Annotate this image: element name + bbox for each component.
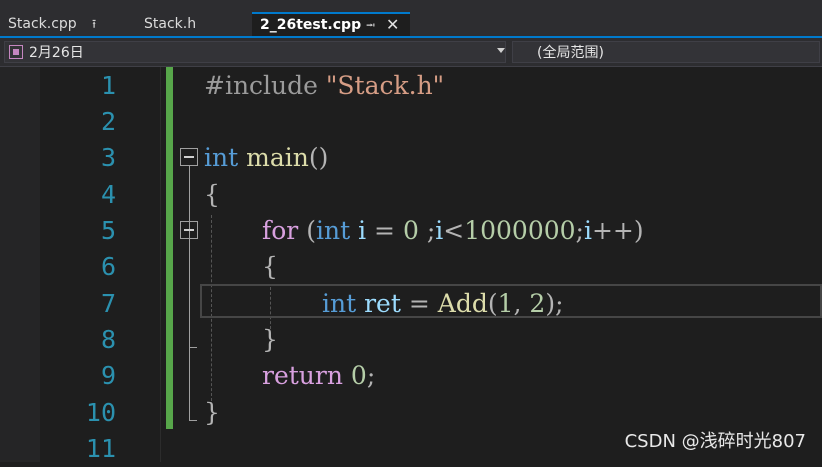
type-keyword: int: [322, 289, 357, 318]
line-number: 7: [100, 289, 116, 318]
watermark: CSDN @浅碎时光807: [624, 431, 806, 452]
change-tracking-bar: [166, 67, 173, 429]
tab-label: Stack.cpp: [8, 16, 77, 32]
return-keyword: return: [262, 361, 343, 390]
fold-guide-end: [189, 420, 197, 421]
chevron-down-icon[interactable]: [497, 48, 505, 53]
tab-stack-h[interactable]: Stack.h: [136, 12, 252, 36]
paren: ): [545, 289, 556, 318]
tab-stack-cpp[interactable]: Stack.cpp ⭱: [0, 12, 136, 36]
variable: i: [583, 216, 592, 245]
code-line-8[interactable]: }: [262, 322, 278, 358]
line-number: 2: [100, 107, 116, 136]
variable: ret: [364, 289, 401, 318]
operator: ++: [591, 216, 634, 245]
line-number: 8: [100, 325, 116, 354]
line-number: 4: [100, 180, 116, 209]
type-keyword: int: [315, 216, 351, 245]
fold-guide-end: [189, 347, 197, 348]
number: 2: [529, 289, 546, 318]
fold-guide: [189, 239, 190, 347]
navigation-bar: 2月26日 (全局范围): [0, 38, 822, 67]
code-line-3[interactable]: int main(): [204, 140, 328, 176]
operator: =: [374, 216, 395, 245]
line-number: 6: [100, 252, 116, 281]
code-editor[interactable]: 1 2 3 4 5 6 7 8 9 10 11 #include "Stack.…: [0, 67, 822, 463]
project-label: 2月26日: [29, 45, 84, 61]
for-keyword: for: [262, 216, 299, 245]
code-line-9[interactable]: return 0;: [262, 358, 375, 394]
code-line-1[interactable]: #include "Stack.h": [204, 68, 444, 104]
function-call: Add: [437, 289, 488, 318]
number: 0: [350, 361, 367, 390]
pin-icon[interactable]: ⭱: [92, 12, 96, 36]
brace: {: [204, 180, 220, 209]
type-keyword: int: [204, 143, 239, 172]
code-line-7[interactable]: int ret = Add(1, 2);: [322, 286, 564, 322]
code-line-5[interactable]: for (int i = 0 ;i<1000000;i++): [262, 213, 644, 249]
tab-2-26test-cpp[interactable]: 2_26test.cpp ⭲ ✕: [252, 12, 410, 36]
brace: }: [262, 325, 278, 354]
code-line-4[interactable]: {: [204, 177, 220, 213]
code-line-6[interactable]: {: [262, 249, 278, 285]
code-line-10[interactable]: }: [204, 395, 220, 431]
semicolon: ;: [426, 216, 436, 245]
paren: ): [633, 216, 644, 245]
line-number: 9: [100, 361, 116, 390]
semicolon: ;: [366, 361, 376, 390]
collapse-main-icon[interactable]: [180, 148, 198, 166]
number: 1000000: [464, 216, 576, 245]
collapse-for-icon[interactable]: [180, 221, 198, 239]
preprocessor-directive: #include: [204, 71, 318, 100]
semicolon: ;: [555, 289, 564, 318]
line-number: 1: [100, 71, 116, 100]
gutter-divider: [160, 67, 161, 462]
brace: {: [262, 252, 278, 281]
number: 0: [402, 216, 419, 245]
document-tab-strip: Stack.cpp ⭱ Stack.h 2_26test.cpp ⭲ ✕: [0, 0, 822, 38]
scope-dropdown[interactable]: (全局范围): [512, 41, 820, 63]
project-icon: [9, 45, 23, 59]
number: 1: [497, 289, 514, 318]
operator: =: [408, 289, 430, 318]
paren: (: [487, 289, 498, 318]
include-path: "Stack.h": [325, 71, 445, 100]
scope-label: (全局范围): [537, 45, 604, 61]
semicolon: ;: [575, 216, 584, 245]
line-number: 10: [85, 398, 116, 427]
function-name: main: [246, 143, 309, 172]
close-icon[interactable]: ✕: [386, 14, 399, 36]
line-number: 3: [100, 143, 116, 172]
variable: i: [358, 216, 367, 245]
comma: ,: [513, 289, 522, 318]
operator: <: [443, 216, 465, 245]
indicator-margin: [0, 67, 40, 462]
pin-icon[interactable]: ⭲: [366, 14, 375, 36]
tab-label: Stack.h: [144, 16, 197, 32]
project-dropdown[interactable]: 2月26日: [4, 41, 506, 63]
parentheses: (): [308, 143, 329, 172]
paren: (: [306, 216, 316, 245]
tab-label: 2_26test.cpp: [260, 17, 362, 33]
brace: }: [204, 398, 220, 427]
line-number: 5: [100, 216, 116, 245]
